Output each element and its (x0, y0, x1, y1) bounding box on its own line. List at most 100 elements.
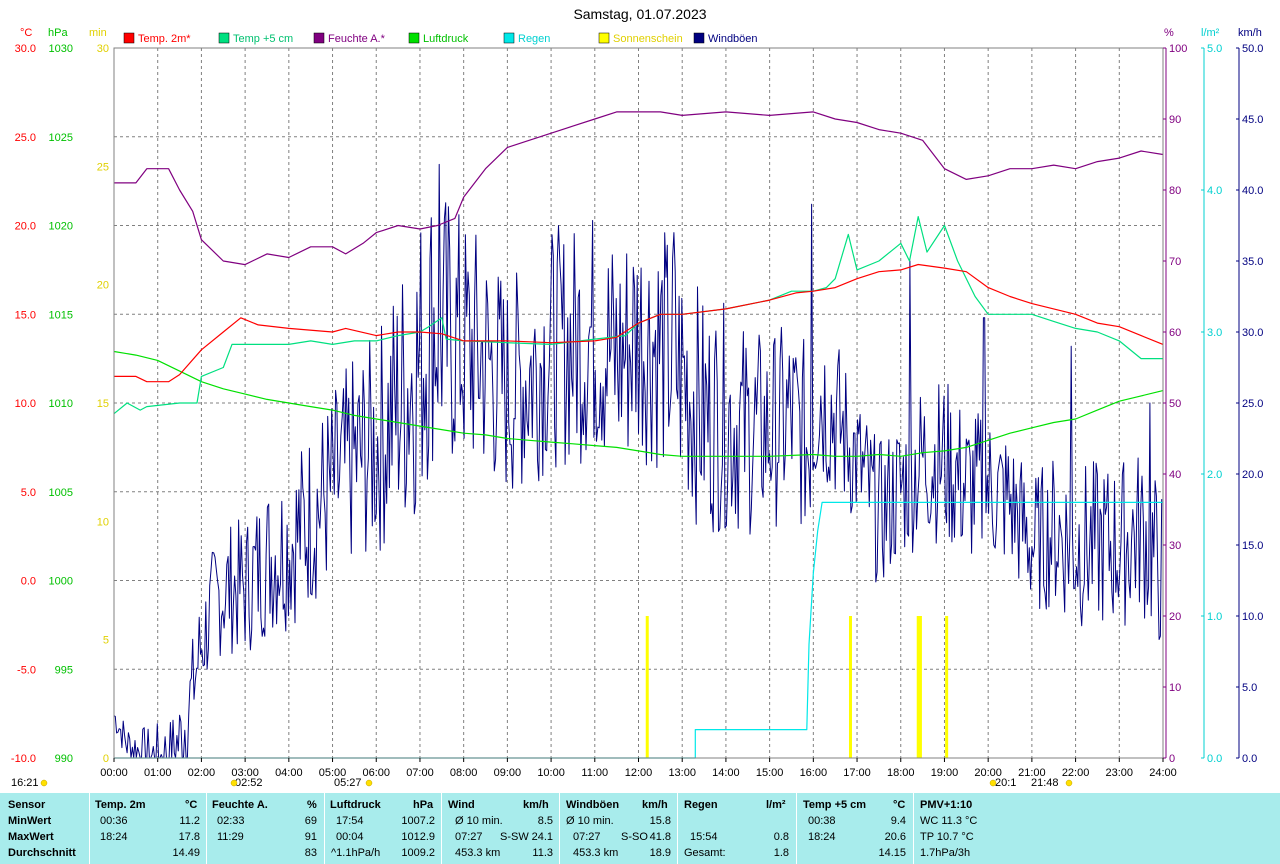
stats-windboeen-max-time: 07:27 (573, 831, 601, 843)
stats-temp5cm-max-time: 18:24 (808, 831, 836, 843)
stats-wind-title: Wind (448, 799, 475, 811)
sunshine-bar (645, 616, 649, 758)
stats-feuchte-max-time: 11:29 (217, 831, 244, 843)
legend-label-luftdruck: Luftdruck (423, 33, 469, 45)
stats-temp5cm-min-time: 00:38 (808, 815, 836, 827)
stats-feuchte-unit: % (307, 799, 317, 811)
stats-windboeen-avg-val: 15.8 (649, 815, 671, 827)
stats-temp5cm-max-val: 20.6 (884, 831, 906, 843)
x-tick-label: 14:00 (712, 767, 740, 779)
stats-sensor-header: Sensor (8, 799, 46, 811)
tick-label-min: 15 (97, 398, 109, 410)
stats-temp5cm-avg: 14.15 (878, 847, 906, 859)
sun-marker-label: 05:27 (334, 777, 362, 789)
stats-temp5cm-title: Temp +5 cm (803, 799, 867, 811)
weather-chart: Samstag, 01.07.2023 °C hPa min % l/m² km… (11, 6, 1264, 789)
x-tick-label: 22:00 (1062, 767, 1090, 779)
legend-label-feuchte: Feuchte A.* (328, 33, 386, 45)
tick-label-lm2: 1.0 (1207, 611, 1222, 623)
sun-icon (365, 779, 373, 787)
x-tick-label: 10:00 (537, 767, 565, 779)
tick-label-min: 5 (103, 635, 109, 647)
tick-label-pct: 100 (1169, 43, 1187, 55)
x-tick-label: 24:00 (1149, 767, 1177, 779)
stats-regen-unit: l/m² (766, 799, 786, 811)
tick-label-c: 15.0 (15, 309, 36, 321)
stats-regen-total-label: Gesamt: (684, 847, 726, 859)
legend-label-sonne: Sonnenschein (613, 33, 683, 45)
legend-swatch-regen (503, 32, 515, 44)
x-tick-label: 13:00 (668, 767, 696, 779)
stats-pmv-wc: WC 11.3 °C (920, 815, 978, 827)
tick-label-hpa: 1010 (49, 398, 73, 410)
stats-divider (441, 793, 442, 864)
x-tick-label: 01:00 (144, 767, 172, 779)
stats-feuchte-min-val: 69 (304, 815, 317, 827)
tick-label-c: 20.0 (15, 221, 36, 233)
stats-temp5cm-unit: °C (893, 799, 906, 811)
sun-icon (230, 779, 238, 787)
tick-label-lm2: 3.0 (1207, 327, 1222, 339)
sun-marker-label: 21:48 (1031, 777, 1059, 789)
unit-min: min (89, 27, 107, 39)
tick-label-kmh: 20.0 (1242, 469, 1263, 481)
sunshine-bar (918, 616, 922, 758)
stats-temp2m-title: Temp. 2m (95, 799, 146, 811)
stats-divider (677, 793, 678, 864)
stats-temp2m-min-val: 11.2 (179, 815, 200, 827)
legend-label-temp2m: Temp. 2m* (138, 33, 191, 45)
tick-label-pct: 60 (1169, 327, 1181, 339)
sun-marker-label: 16:21 (11, 777, 39, 789)
stats-wind-avg-val: 8.5 (537, 815, 553, 827)
stats-temp2m-max-time: 18:24 (100, 831, 128, 843)
stats-wind-max-val: 24.1 (531, 831, 553, 843)
x-tick-label: 16:00 (800, 767, 828, 779)
sun-icon (989, 779, 997, 787)
tick-label-c: 30.0 (15, 43, 36, 55)
stats-row-avg: Durchschnitt (8, 847, 76, 859)
stats-divider (796, 793, 797, 864)
legend: Temp. 2m* Temp +5 cm Feuchte A.* Luftdru… (123, 32, 758, 45)
tick-label-kmh: 50.0 (1242, 43, 1263, 55)
x-tick-label: 02:00 (188, 767, 216, 779)
tick-label-min: 0 (103, 753, 109, 765)
unit-kmh: km/h (1238, 27, 1262, 39)
tick-label-kmh: 5.0 (1242, 682, 1257, 694)
x-tick-label: 12:00 (625, 767, 653, 779)
stats-divider (206, 793, 207, 864)
tick-label-kmh: 35.0 (1242, 256, 1263, 268)
tick-label-hpa: 1015 (49, 309, 73, 321)
stats-temp2m-min-time: 00:36 (100, 815, 128, 827)
x-tick-label: 09:00 (494, 767, 522, 779)
tick-label-min: 30 (97, 43, 109, 55)
stats-feuchte-min-time: 02:33 (217, 815, 245, 827)
tick-label-hpa: 1000 (49, 576, 73, 588)
stats-windboeen-avg-label: Ø 10 min. (566, 815, 614, 827)
stats-divider (559, 793, 560, 864)
legend-swatch-luftdruck (408, 32, 420, 44)
stats-luftdruck-avg: 1009.2 (401, 847, 435, 859)
tick-label-kmh: 45.0 (1242, 114, 1263, 126)
tick-label-kmh: 0.0 (1242, 753, 1257, 765)
tick-label-pct: 30 (1169, 540, 1181, 552)
tick-label-pct: 40 (1169, 469, 1181, 481)
stats-windboeen-distance: 453.3 km (573, 847, 619, 859)
stats-windboeen-max-val: 41.8 (649, 831, 671, 843)
tick-label-pct: 20 (1169, 611, 1181, 623)
tick-label-kmh: 30.0 (1242, 327, 1263, 339)
tick-label-kmh: 15.0 (1242, 540, 1263, 552)
stats-wind-unit: km/h (523, 799, 549, 811)
tick-label-lm2: 4.0 (1207, 185, 1222, 197)
stats-windboeen-title: Windböen (566, 799, 620, 811)
tick-label-c: 5.0 (21, 487, 36, 499)
x-tick-label: 00:00 (100, 767, 128, 779)
x-tick-label: 15:00 (756, 767, 784, 779)
stats-pmv-tp: TP 10.7 °C (920, 831, 974, 843)
stats-feuchte-title: Feuchte A. (212, 799, 268, 811)
tick-label-c: -10.0 (11, 753, 36, 765)
stats-pmv-title: PMV+1:10 (920, 799, 973, 811)
stats-luftdruck-min-val: 1007.2 (401, 815, 435, 827)
stats-luftdruck-unit: hPa (413, 799, 434, 811)
x-tick-label: 04:00 (275, 767, 303, 779)
x-tick-label: 19:00 (931, 767, 959, 779)
